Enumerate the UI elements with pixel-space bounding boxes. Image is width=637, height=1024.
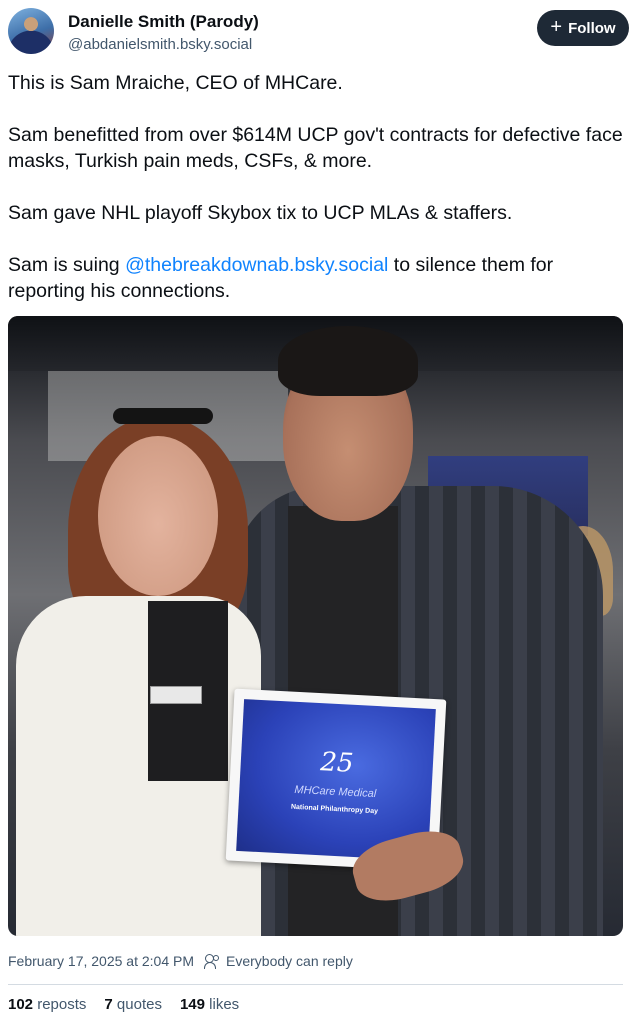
quotes-label: quotes [116, 996, 162, 1013]
divider [8, 984, 623, 985]
likes-count: 149 [179, 996, 205, 1013]
post-stats: 102 reposts 7 quotes 149 likes [8, 996, 239, 1013]
people-icon [204, 954, 221, 969]
post-header: Danielle Smith (Parody) @abdanielsmith.b… [8, 8, 629, 60]
post-paragraph: Sam benefitted from over $614M UCP gov't… [8, 124, 623, 172]
plaque-subtitle: National Philanthropy Day [290, 803, 379, 815]
reply-setting[interactable]: Everybody can reply [204, 953, 353, 969]
photo-name-badge [150, 686, 202, 704]
post-paragraph: This is Sam Mraiche, CEO of MHCare. [8, 72, 343, 94]
post-paragraph: Sam is suing @thebreakdownab.bsky.social… [8, 252, 628, 304]
likes-label: likes [209, 996, 240, 1013]
post-image[interactable]: 25 MHCare Medical National Philanthropy … [8, 316, 623, 936]
photo-woman-face [98, 436, 218, 596]
author-name[interactable]: Danielle Smith (Parody) [68, 12, 259, 32]
reposts-count: 102 [8, 996, 34, 1013]
reply-setting-label: Everybody can reply [226, 953, 353, 969]
post-text: This is Sam Mraiche, CEO of MHCare. Sam … [8, 70, 628, 304]
post-timestamp[interactable]: February 17, 2025 at 2:04 PM [8, 953, 194, 969]
photo-man-hair [278, 326, 418, 396]
plus-icon: + [550, 16, 563, 38]
post-meta: February 17, 2025 at 2:04 PM Everybody c… [8, 953, 353, 969]
follow-button[interactable]: + Follow [537, 10, 629, 46]
post-paragraph: Sam gave NHL playoff Skybox tix to UCP M… [8, 202, 513, 224]
reposts-label: reposts [37, 996, 87, 1013]
quotes-count: 7 [104, 996, 113, 1013]
mention-link[interactable]: @thebreakdownab.bsky.social [125, 254, 388, 276]
likes-stat[interactable]: 149 likes [180, 996, 239, 1013]
reposts-stat[interactable]: 102 reposts [8, 996, 86, 1013]
quotes-stat[interactable]: 7 quotes [104, 996, 162, 1013]
post-text-segment: Sam is suing [8, 254, 126, 276]
avatar[interactable] [8, 8, 54, 54]
follow-button-label: Follow [568, 19, 616, 37]
plaque-number: 25 [319, 746, 355, 779]
photo-sunglasses [113, 408, 213, 424]
author-handle[interactable]: @abdanielsmith.bsky.social [68, 36, 252, 53]
plaque-title: MHCare Medical [294, 783, 377, 800]
